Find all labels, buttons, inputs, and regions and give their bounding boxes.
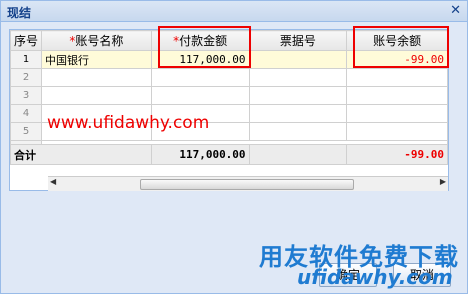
col-header-note[interactable]: 票据号 (248, 30, 348, 51)
note-cell[interactable] (248, 50, 348, 69)
row-number: 1 (9, 50, 43, 69)
total-row: 合计 117,000.00 -99.00 (10, 144, 448, 165)
note-cell[interactable] (248, 86, 348, 105)
table-row[interactable]: 2 (9, 68, 448, 87)
total-amount: 117,000.00 (150, 144, 250, 165)
row-number: 5 (9, 122, 43, 141)
row-number: 3 (9, 86, 43, 105)
account-cell[interactable]: 中国银行 (41, 50, 152, 69)
col-header-index: 序号 (9, 30, 43, 51)
col-header-account-label: 账号名称 (75, 34, 124, 48)
watermark-url: www.ufidawhy.com (47, 113, 210, 133)
balance-cell (346, 86, 448, 105)
total-label: 合计 (10, 144, 152, 165)
scroll-left-icon[interactable]: ◀ (50, 177, 56, 186)
balance-cell (346, 68, 448, 87)
balance-cell (346, 122, 448, 141)
balance-cell (346, 104, 448, 123)
watermark-logo-url: ufidawhy.com (297, 265, 453, 289)
title-bar: 现结 ✕ (1, 1, 467, 22)
amount-cell[interactable] (150, 68, 250, 87)
account-cell[interactable] (41, 86, 152, 105)
row-number: 4 (9, 104, 43, 123)
highlight-balance-box (353, 26, 449, 68)
scroll-right-icon[interactable]: ▶ (440, 177, 446, 186)
settlement-dialog: 现结 ✕ 序号 *账号名称 *付款金额 票据号 账号余额 1 中国银行 117,… (0, 0, 468, 294)
note-cell[interactable] (248, 122, 348, 141)
horizontal-scrollbar[interactable]: ◀ ▶ (48, 176, 448, 191)
amount-cell[interactable] (150, 86, 250, 105)
account-cell[interactable] (41, 68, 152, 87)
col-header-account[interactable]: *账号名称 (41, 30, 152, 51)
total-balance: -99.00 (346, 144, 448, 165)
total-note (248, 144, 348, 165)
row-number: 2 (9, 68, 43, 87)
note-cell[interactable] (248, 104, 348, 123)
table-row[interactable]: 3 (9, 86, 448, 105)
dialog-title: 现结 (7, 6, 32, 20)
close-icon[interactable]: ✕ (450, 3, 461, 18)
scrollbar-thumb[interactable] (140, 179, 354, 190)
note-cell[interactable] (248, 68, 348, 87)
highlight-amount-box (158, 26, 251, 68)
